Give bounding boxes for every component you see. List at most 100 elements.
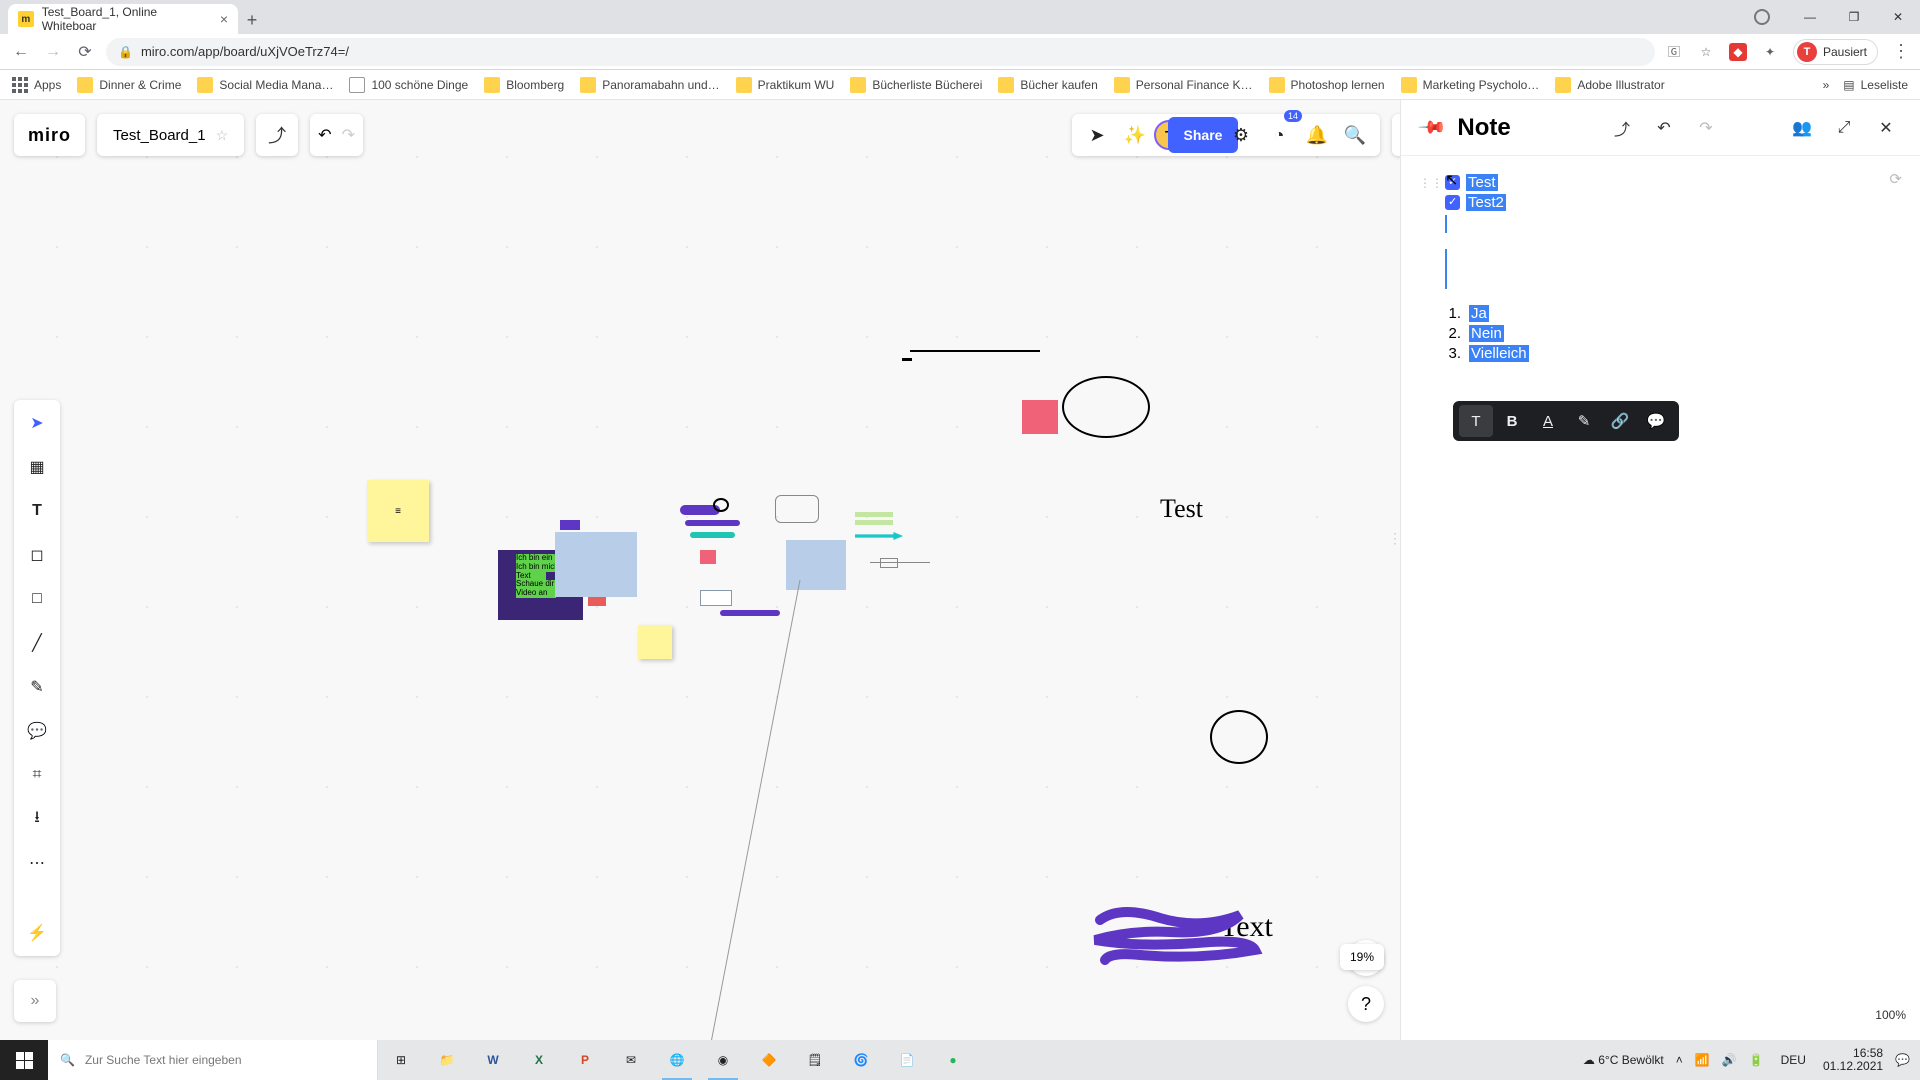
drawing[interactable] xyxy=(685,520,740,526)
bookmarks-overflow-button[interactable]: » xyxy=(1823,78,1830,92)
ellipse-shape[interactable] xyxy=(1062,376,1150,438)
app-icon[interactable]: 🔶 xyxy=(746,1040,792,1080)
powerpoint-icon[interactable]: P xyxy=(562,1040,608,1080)
bookmark-item[interactable]: Photoshop lernen xyxy=(1269,77,1385,93)
bookmark-item[interactable]: Dinner & Crime xyxy=(77,77,181,93)
language-indicator[interactable]: DEU xyxy=(1776,1050,1811,1070)
connector[interactable] xyxy=(600,580,820,1080)
word-icon[interactable]: W xyxy=(470,1040,516,1080)
extension-icon[interactable]: ◆ xyxy=(1729,43,1747,61)
drawing[interactable] xyxy=(855,520,893,525)
note-expand-button[interactable]: ⤢ xyxy=(1830,114,1858,142)
chrome-icon[interactable]: 🌐 xyxy=(654,1040,700,1080)
checkbox-icon[interactable] xyxy=(1445,195,1460,210)
sticky-note[interactable]: ≡ xyxy=(367,480,429,542)
shape[interactable] xyxy=(700,550,716,564)
bookmark-item[interactable]: 100 schöne Dinge xyxy=(349,77,468,93)
format-color-button[interactable]: A xyxy=(1531,405,1565,437)
bookmark-item[interactable]: Bloomberg xyxy=(484,77,564,93)
drawing[interactable] xyxy=(690,532,735,538)
arrow-shape[interactable] xyxy=(855,532,903,540)
note-sync-icon[interactable]: ⟳ xyxy=(1889,170,1902,188)
network-icon[interactable]: 📶 xyxy=(1695,1053,1710,1067)
minimap-toggle-button[interactable]: » xyxy=(14,980,56,1022)
apps-button[interactable]: Apps xyxy=(12,77,61,93)
bookmark-item[interactable]: Bücherliste Bücherei xyxy=(850,77,982,93)
canvas-zoom-level[interactable]: 19% xyxy=(1340,944,1384,970)
format-comment-button[interactable]: 💬 xyxy=(1639,405,1673,437)
format-link-button[interactable]: 🔗 xyxy=(1603,405,1637,437)
new-tab-button[interactable]: + xyxy=(238,6,266,34)
line-shape[interactable] xyxy=(902,358,912,361)
connector[interactable] xyxy=(870,562,930,563)
format-text-style-button[interactable]: T xyxy=(1459,405,1493,437)
shape[interactable] xyxy=(560,520,580,530)
edge-icon[interactable]: 🌀 xyxy=(838,1040,884,1080)
text-block[interactable]: Test xyxy=(1160,494,1203,524)
note-zoom-level[interactable]: 100% xyxy=(1875,1008,1906,1022)
browser-tab[interactable]: m Test_Board_1, Online Whiteboar × xyxy=(8,4,238,34)
window-minimize-button[interactable]: — xyxy=(1788,0,1832,34)
bookmark-item[interactable]: Marketing Psycholo… xyxy=(1401,77,1540,93)
ordered-list-item[interactable]: 1.Ja xyxy=(1445,305,1896,322)
nav-back-button[interactable]: ← xyxy=(10,41,32,63)
note-collaborators-button[interactable]: 👥 xyxy=(1788,114,1816,142)
checklist-item[interactable]: Test xyxy=(1445,174,1896,191)
ordered-list-item[interactable]: 3.Vielleich xyxy=(1445,345,1896,362)
checkbox-icon[interactable] xyxy=(1445,175,1460,190)
tab-search-button[interactable] xyxy=(1754,9,1770,25)
weather-widget[interactable]: ☁ 6°C Bewölkt xyxy=(1583,1053,1664,1067)
note-close-button[interactable]: ✕ xyxy=(1872,114,1900,142)
shape[interactable] xyxy=(880,558,898,568)
note-editor[interactable]: ⋮⋮ ⟳ Test Test2 1.Ja 2.Nein 3.Vielleich … xyxy=(1401,156,1920,383)
bookmark-star-icon[interactable]: ☆ xyxy=(1697,43,1715,61)
window-maximize-button[interactable]: ❐ xyxy=(1832,0,1876,34)
start-button[interactable] xyxy=(0,1040,48,1080)
bookmark-item[interactable]: Personal Finance K… xyxy=(1114,77,1253,93)
format-highlight-button[interactable]: ✎ xyxy=(1567,405,1601,437)
bookmark-item[interactable]: Adobe Illustrator xyxy=(1555,77,1664,93)
note-undo-button[interactable]: ↶ xyxy=(1650,114,1678,142)
profile-chip[interactable]: T Pausiert xyxy=(1793,39,1878,65)
mail-icon[interactable]: ✉ xyxy=(608,1040,654,1080)
volume-icon[interactable]: 🔊 xyxy=(1722,1053,1737,1067)
file-explorer-icon[interactable]: 📁 xyxy=(424,1040,470,1080)
drawing[interactable] xyxy=(1080,900,1265,970)
app-icon[interactable]: 📄 xyxy=(884,1040,930,1080)
taskbar-search[interactable]: 🔍 Zur Suche Text hier eingeben xyxy=(48,1040,378,1080)
spotify-icon[interactable]: ● xyxy=(930,1040,976,1080)
window-close-button[interactable]: ✕ xyxy=(1876,0,1920,34)
ordered-list-item[interactable]: 2.Nein xyxy=(1445,325,1896,342)
format-bold-button[interactable]: B xyxy=(1495,405,1529,437)
panel-resize-handle[interactable]: ⋮ xyxy=(1388,530,1400,547)
drawing[interactable] xyxy=(855,512,893,517)
tab-close-button[interactable]: × xyxy=(220,11,228,27)
help-button[interactable]: ? xyxy=(1348,986,1384,1022)
pin-icon[interactable]: 📌 xyxy=(1417,112,1448,143)
checklist-item[interactable]: Test2 xyxy=(1445,194,1896,211)
reading-list-button[interactable]: ▤Leseliste xyxy=(1843,78,1908,92)
note-export-button[interactable]: ⤴ xyxy=(1608,114,1636,142)
task-view-button[interactable]: ⊞ xyxy=(378,1040,424,1080)
taskbar-clock[interactable]: 16:58 01.12.2021 xyxy=(1823,1047,1883,1073)
nav-forward-button[interactable]: → xyxy=(42,41,64,63)
tray-chevron-icon[interactable]: ˄ xyxy=(1676,1053,1683,1067)
translate-icon[interactable]: 🄶 xyxy=(1665,43,1683,61)
bookmark-item[interactable]: Social Media Mana… xyxy=(197,77,333,93)
bookmark-item[interactable]: Bücher kaufen xyxy=(998,77,1097,93)
ellipse-shape[interactable] xyxy=(713,498,729,512)
app-icon[interactable]: 🗒 xyxy=(792,1040,838,1080)
battery-icon[interactable]: 🔋 xyxy=(1749,1053,1764,1067)
obs-icon[interactable]: ◉ xyxy=(700,1040,746,1080)
address-bar[interactable]: 🔒 miro.com/app/board/uXjVOeTrz74=/ xyxy=(106,38,1655,66)
bookmark-item[interactable]: Panoramabahn und… xyxy=(580,77,719,93)
bookmark-item[interactable]: Praktikum WU xyxy=(736,77,835,93)
extensions-puzzle-icon[interactable]: ✦ xyxy=(1761,43,1779,61)
rounded-rect-shape[interactable] xyxy=(775,495,819,523)
ellipse-shape[interactable] xyxy=(1210,710,1268,764)
note-redo-button[interactable]: ↷ xyxy=(1692,114,1720,142)
chrome-menu-button[interactable]: ⋮ xyxy=(1892,41,1910,62)
nav-reload-button[interactable]: ⟳ xyxy=(74,41,96,63)
rectangle-shape[interactable] xyxy=(1022,400,1058,434)
excel-icon[interactable]: X xyxy=(516,1040,562,1080)
